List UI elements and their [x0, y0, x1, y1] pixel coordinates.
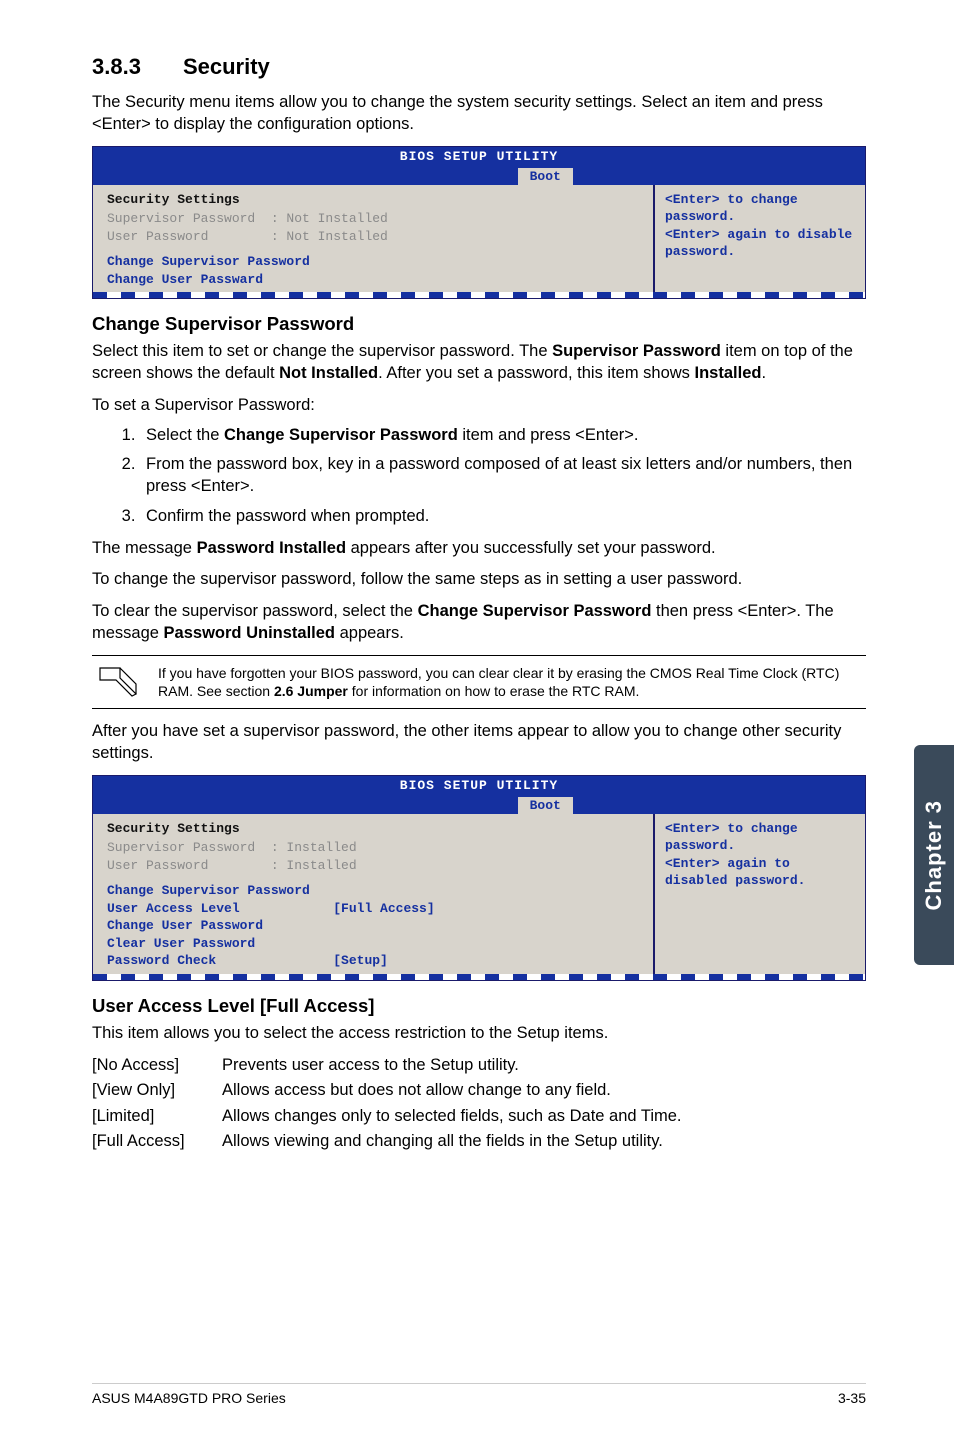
bios2-user-access: User Access Level [Full Access]: [107, 900, 639, 918]
row-full-access: [Full Access]Allows viewing and changing…: [92, 1129, 866, 1155]
bios2-row-user: User Password : Installed: [107, 857, 639, 875]
bios1-left-panel: Security Settings Supervisor Password : …: [93, 185, 655, 293]
bios2-help-panel: <Enter> to change password. <Enter> agai…: [655, 814, 865, 974]
access-level-list: [No Access]Prevents user access to the S…: [92, 1053, 866, 1155]
side-chapter-tab: Chapter 3: [914, 745, 954, 965]
footer-page-number: 3-35: [838, 1390, 866, 1406]
bios1-row-supervisor: Supervisor Password : Not Installed: [107, 210, 639, 228]
step-2: From the password box, key in a password…: [140, 454, 866, 498]
step1c: item and press <Enter>.: [458, 426, 639, 444]
intro-text: The Security menu items allow you to cha…: [92, 92, 866, 136]
bios2-bottom-border: [93, 974, 865, 980]
side-chapter-label: Chapter 3: [921, 800, 947, 910]
csp-p1: Select this item to set or change the su…: [92, 341, 866, 385]
bios1-change-supervisor: Change Supervisor Password: [107, 253, 639, 271]
bios1-help-panel: <Enter> to change password. <Enter> agai…: [655, 185, 865, 293]
csp-p1a: Select this item to set or change the su…: [92, 342, 552, 360]
bios2-password-check: Password Check [Setup]: [107, 952, 639, 970]
note-t2: 2.6 Jumper: [274, 683, 348, 699]
csp-p5a: To clear the supervisor password, select…: [92, 602, 418, 620]
csp-p2: To set a Supervisor Password:: [92, 395, 866, 417]
csp-heading: Change Supervisor Password: [92, 313, 866, 335]
bios2-tab-boot: Boot: [518, 797, 573, 814]
bios1-row-user: User Password : Not Installed: [107, 228, 639, 246]
note-text: If you have forgotten your BIOS password…: [158, 664, 862, 700]
term-limited: [Limited]: [92, 1104, 222, 1130]
csp-p1g: .: [761, 364, 766, 382]
bios2-clear-user-pw: Clear User Password: [107, 935, 639, 953]
term-full-access: [Full Access]: [92, 1129, 222, 1155]
bios2-help-text: <Enter> to change password. <Enter> agai…: [665, 821, 805, 889]
csp-steps: Select the Change Supervisor Password it…: [92, 425, 866, 528]
section-title: Security: [183, 54, 270, 79]
row-no-access: [No Access]Prevents user access to the S…: [92, 1053, 866, 1079]
csp-p5d: Password Uninstalled: [164, 624, 335, 642]
bios1-bottom-border: [93, 292, 865, 298]
csp-p3b: Password Installed: [197, 539, 346, 557]
desc-view-only: Allows access but does not allow change …: [222, 1078, 611, 1104]
bios2-change-supervisor: Change Supervisor Password: [107, 882, 639, 900]
section-heading: 3.8.3 Security: [92, 54, 866, 80]
step-3: Confirm the password when prompted.: [140, 506, 866, 528]
bios1-change-user: Change User Passward: [107, 271, 639, 289]
term-no-access: [No Access]: [92, 1053, 222, 1079]
note-t3: for information on how to erase the RTC …: [348, 683, 640, 699]
csp-p1f: Installed: [695, 364, 762, 382]
bios1-help-text: <Enter> to change password. <Enter> agai…: [665, 192, 852, 260]
step1a: Select the: [146, 426, 224, 444]
bios2-left-panel: Security Settings Supervisor Password : …: [93, 814, 655, 974]
bios1-title: BIOS SETUP UTILITY: [93, 149, 865, 164]
csp-p5e: appears.: [335, 624, 404, 642]
bios-screenshot-2: BIOS SETUP UTILITY Boot Security Setting…: [92, 775, 866, 981]
csp-p4: To change the supervisor password, follo…: [92, 569, 866, 591]
step1b: Change Supervisor Password: [224, 426, 458, 444]
csp-p3a: The message: [92, 539, 197, 557]
note-box: If you have forgotten your BIOS password…: [92, 655, 866, 709]
csp-p3: The message Password Installed appears a…: [92, 538, 866, 560]
bios1-tab-boot: Boot: [518, 168, 573, 185]
csp-p1d: Not Installed: [279, 364, 378, 382]
section-number: 3.8.3: [92, 54, 141, 80]
page-footer: ASUS M4A89GTD PRO Series 3-35: [92, 1383, 866, 1406]
after-note-text: After you have set a supervisor password…: [92, 721, 866, 765]
note-pencil-icon: [96, 664, 140, 698]
bios-screenshot-1: BIOS SETUP UTILITY Boot Security Setting…: [92, 146, 866, 300]
bios2-title: BIOS SETUP UTILITY: [93, 778, 865, 793]
desc-full-access: Allows viewing and changing all the fiel…: [222, 1129, 663, 1155]
row-limited: [Limited]Allows changes only to selected…: [92, 1104, 866, 1130]
step-1: Select the Change Supervisor Password it…: [140, 425, 866, 447]
row-view-only: [View Only]Allows access but does not al…: [92, 1078, 866, 1104]
bios2-header: BIOS SETUP UTILITY Boot: [93, 776, 865, 814]
ual-intro: This item allows you to select the acces…: [92, 1023, 866, 1045]
bios2-sec-heading: Security Settings: [107, 820, 639, 838]
bios1-sec-heading: Security Settings: [107, 191, 639, 209]
bios2-change-user-pw: Change User Password: [107, 917, 639, 935]
desc-no-access: Prevents user access to the Setup utilit…: [222, 1053, 519, 1079]
csp-p1e: . After you set a password, this item sh…: [378, 364, 694, 382]
footer-left: ASUS M4A89GTD PRO Series: [92, 1390, 286, 1406]
term-view-only: [View Only]: [92, 1078, 222, 1104]
csp-p1b: Supervisor Password: [552, 342, 721, 360]
csp-p5b: Change Supervisor Password: [418, 602, 652, 620]
ual-heading: User Access Level [Full Access]: [92, 995, 866, 1017]
bios2-row-supervisor: Supervisor Password : Installed: [107, 839, 639, 857]
desc-limited: Allows changes only to selected fields, …: [222, 1104, 682, 1130]
csp-p3c: appears after you successfully set your …: [346, 539, 716, 557]
bios1-header: BIOS SETUP UTILITY Boot: [93, 147, 865, 185]
csp-p5: To clear the supervisor password, select…: [92, 601, 866, 645]
